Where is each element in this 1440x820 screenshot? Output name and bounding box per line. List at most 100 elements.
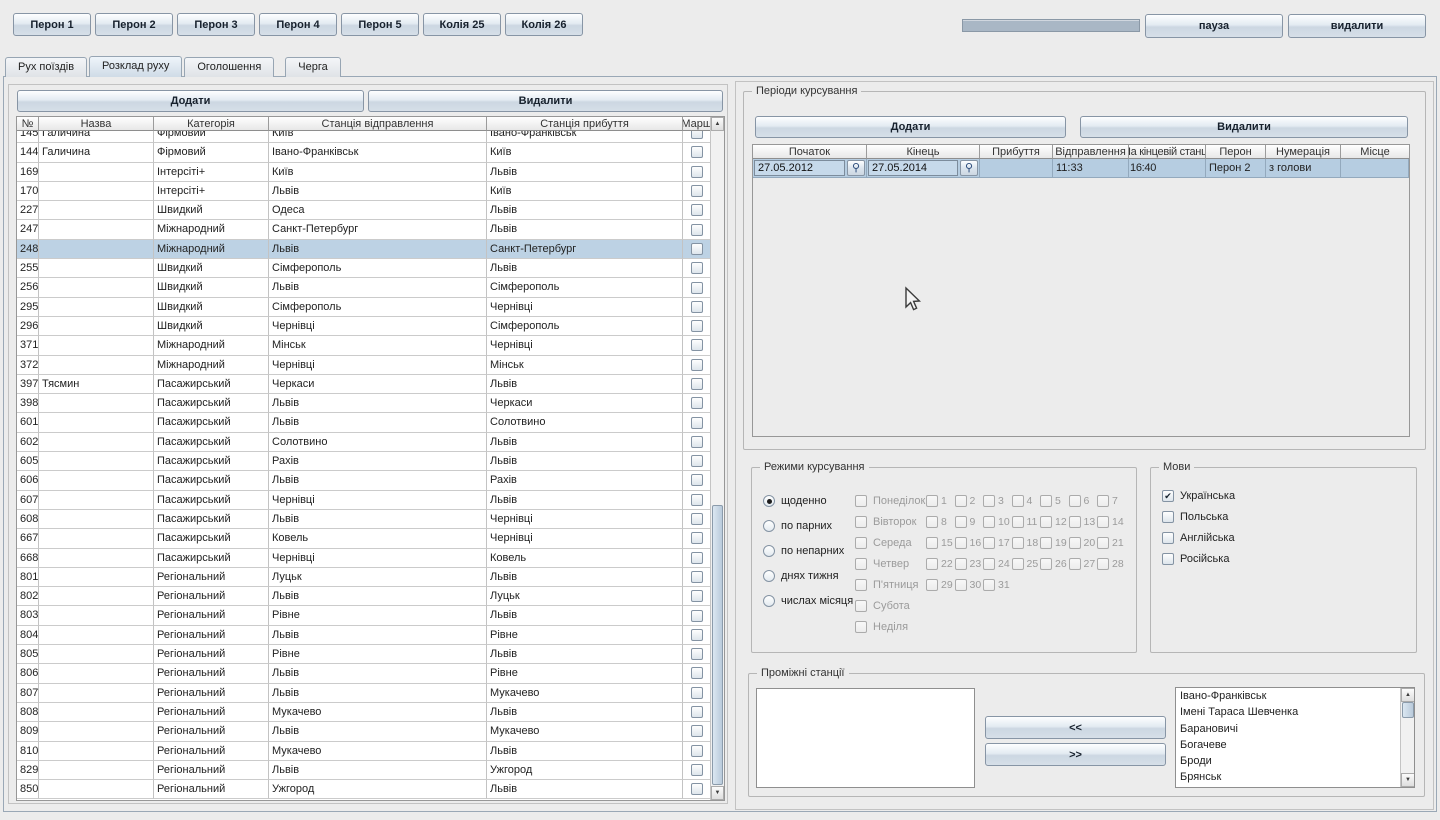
station-list-item[interactable]: Богачеве <box>1176 737 1414 753</box>
scroll-down-arrow-icon[interactable]: ▼ <box>711 786 724 800</box>
route-checkbox[interactable] <box>691 764 703 776</box>
route-checkbox[interactable] <box>691 262 703 274</box>
tab-Розклад руху[interactable]: Розклад руху <box>89 56 182 77</box>
date-picker-button[interactable]: ⚲ <box>847 160 865 176</box>
table-row[interactable]: 802РегіональнийЛьвівЛуцьк <box>17 587 710 606</box>
table-row[interactable]: 668ПасажирськийЧернівціКовель <box>17 549 710 568</box>
table-row[interactable]: 809РегіональнийЛьвівМукачево <box>17 722 710 741</box>
route-checkbox[interactable] <box>691 610 703 622</box>
route-checkbox[interactable] <box>691 320 703 332</box>
trains-column-header[interactable]: Категорія <box>154 117 269 131</box>
run-mode-radio[interactable]: по непарних <box>763 545 853 557</box>
table-row[interactable]: 607ПасажирськийЧернівціЛьвів <box>17 491 710 510</box>
trains-delete-button[interactable]: Видалити <box>368 90 723 112</box>
radio-icon[interactable] <box>763 495 775 507</box>
platform-button[interactable]: Перон 2 <box>95 13 173 36</box>
platform-button[interactable]: Перон 4 <box>259 13 337 36</box>
table-row[interactable]: 601ПасажирськийЛьвівСолотвино <box>17 413 710 432</box>
periods-column-header[interactable]: Початок <box>753 145 867 159</box>
period-start-field[interactable]: 27.05.2012 <box>754 160 845 176</box>
run-mode-radio[interactable]: щоденно <box>763 495 853 507</box>
trains-column-header[interactable]: Станція відправлення <box>269 117 487 131</box>
language-checkbox[interactable] <box>1162 553 1174 565</box>
route-checkbox[interactable] <box>691 339 703 351</box>
run-mode-radio[interactable]: днях тижня <box>763 570 853 582</box>
delete-button-top[interactable]: видалити <box>1288 14 1426 38</box>
trains-column-header[interactable]: Станція прибуття <box>487 117 683 131</box>
scrollbar-thumb[interactable] <box>712 505 723 785</box>
table-row[interactable]: 255ШвидкийСімферопольЛьвів <box>17 259 710 278</box>
table-row[interactable]: 256ШвидкийЛьвівСімферополь <box>17 278 710 297</box>
table-row[interactable]: 248МіжнароднийЛьвівСанкт-Петербург <box>17 240 710 259</box>
tab-Черга[interactable]: Черга <box>285 57 340 77</box>
station-list-item[interactable]: Барановичі <box>1176 721 1414 737</box>
scrollbar-thumb[interactable] <box>1402 702 1414 718</box>
radio-icon[interactable] <box>763 595 775 607</box>
language-checkbox[interactable] <box>1162 490 1174 502</box>
table-row[interactable]: 608ПасажирськийЛьвівЧернівці <box>17 510 710 529</box>
stations-scrollbar[interactable]: ▲ ▼ <box>1400 688 1415 787</box>
table-row[interactable]: 804РегіональнийЛьвівРівне <box>17 626 710 645</box>
route-checkbox[interactable] <box>691 706 703 718</box>
periods-column-header[interactable]: Нумерація <box>1266 145 1341 159</box>
table-row[interactable]: 295ШвидкийСімферопольЧернівці <box>17 298 710 317</box>
trains-add-button[interactable]: Додати <box>17 90 364 112</box>
period-row[interactable]: 27.05.2012⚲27.05.2014⚲11:3316:40Перон 2з… <box>753 159 1409 178</box>
route-checkbox[interactable] <box>691 224 703 236</box>
language-checkbox[interactable] <box>1162 532 1174 544</box>
route-checkbox[interactable] <box>691 590 703 602</box>
route-checkbox[interactable] <box>691 783 703 795</box>
route-checkbox[interactable] <box>691 552 703 564</box>
platform-button[interactable]: Колія 26 <box>505 13 583 36</box>
route-checkbox[interactable] <box>691 494 703 506</box>
route-checkbox[interactable] <box>691 282 703 294</box>
language-option[interactable]: Українська <box>1162 490 1235 502</box>
trains-column-header[interactable]: Марш <box>683 117 710 131</box>
periods-delete-button[interactable]: Видалити <box>1080 116 1408 138</box>
platform-button[interactable]: Перон 1 <box>13 13 91 36</box>
route-checkbox[interactable] <box>691 725 703 737</box>
route-checkbox[interactable] <box>691 571 703 583</box>
table-row[interactable]: 296ШвидкийЧернівціСімферополь <box>17 317 710 336</box>
route-checkbox[interactable] <box>691 629 703 641</box>
route-checkbox[interactable] <box>691 687 703 699</box>
route-checkbox[interactable] <box>691 243 703 255</box>
table-row[interactable]: 398ПасажирськийЛьвівЧеркаси <box>17 394 710 413</box>
table-row[interactable]: 850РегіональнийУжгородЛьвів <box>17 780 710 799</box>
station-list-item[interactable]: Брянськ <box>1176 769 1414 785</box>
route-checkbox[interactable] <box>691 648 703 660</box>
move-stations-left-button[interactable]: << <box>985 716 1166 739</box>
route-checkbox[interactable] <box>691 397 703 409</box>
trains-column-header[interactable]: Назва <box>39 117 154 131</box>
radio-icon[interactable] <box>763 570 775 582</box>
move-stations-right-button[interactable]: >> <box>985 743 1166 766</box>
route-checkbox[interactable] <box>691 166 703 178</box>
table-row[interactable]: 807РегіональнийЛьвівМукачево <box>17 684 710 703</box>
route-checkbox[interactable] <box>691 745 703 757</box>
table-row[interactable]: 829РегіональнийЛьвівУжгород <box>17 761 710 780</box>
table-row[interactable]: 810РегіональнийМукачевоЛьвів <box>17 742 710 761</box>
table-row[interactable]: 803РегіональнийРівнеЛьвів <box>17 606 710 625</box>
route-checkbox[interactable] <box>691 185 703 197</box>
table-row[interactable]: 808РегіональнийМукачевоЛьвів <box>17 703 710 722</box>
station-list-item[interactable]: Броди <box>1176 753 1414 769</box>
language-checkbox[interactable] <box>1162 511 1174 523</box>
route-checkbox[interactable] <box>691 378 703 390</box>
language-option[interactable]: Російська <box>1162 553 1235 565</box>
periods-column-header[interactable]: На кінцевій станції <box>1129 145 1206 159</box>
route-checkbox[interactable] <box>691 131 703 139</box>
table-row[interactable]: 170Інтерсіті+ЛьвівКиїв <box>17 182 710 201</box>
route-checkbox[interactable] <box>691 301 703 313</box>
period-end-field[interactable]: 27.05.2014 <box>868 160 958 176</box>
table-row[interactable]: 805РегіональнийРівнеЛьвів <box>17 645 710 664</box>
platform-button[interactable]: Перон 5 <box>341 13 419 36</box>
station-list-item[interactable]: Імені Тараса Шевченка <box>1176 704 1414 720</box>
table-row[interactable]: 227ШвидкийОдесаЛьвів <box>17 201 710 220</box>
periods-column-header[interactable]: Прибуття <box>980 145 1053 159</box>
station-list-item[interactable]: Івано-Франківськ <box>1176 688 1414 704</box>
table-row[interactable]: 667ПасажирськийКовельЧернівці <box>17 529 710 548</box>
pause-button[interactable]: пауза <box>1145 14 1283 38</box>
date-picker-button[interactable]: ⚲ <box>960 160 978 176</box>
radio-icon[interactable] <box>763 520 775 532</box>
available-stations-list[interactable]: Івано-ФранківськІмені Тараса ШевченкаБар… <box>1175 687 1415 788</box>
